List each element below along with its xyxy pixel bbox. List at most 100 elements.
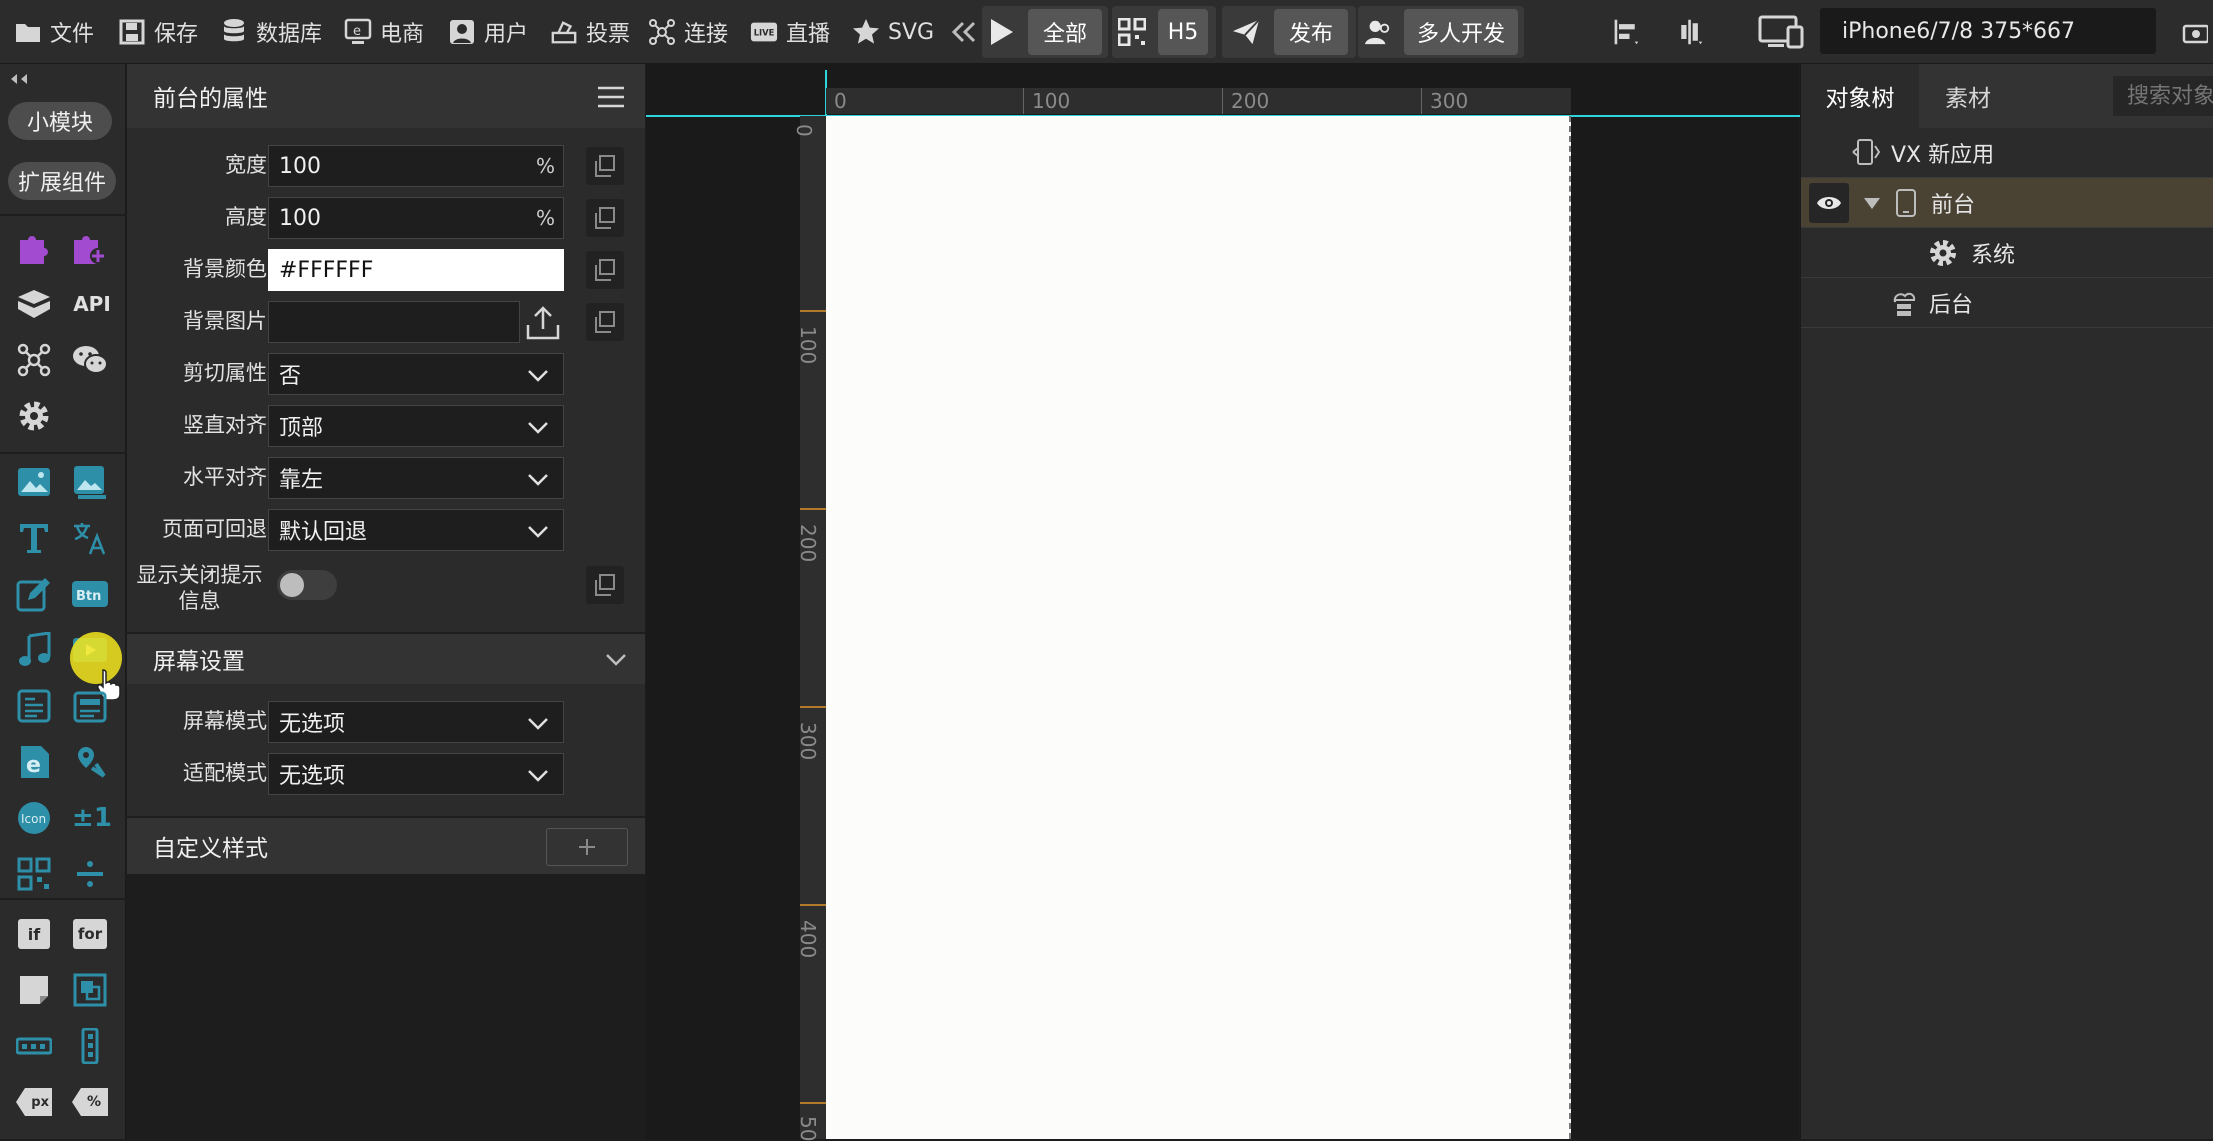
note-icon[interactable] — [14, 970, 54, 1010]
menu-icon[interactable] — [597, 86, 625, 114]
ecommerce-button[interactable]: e 电商 — [344, 0, 424, 64]
file-label: 文件 — [50, 22, 95, 47]
play-button[interactable] — [988, 0, 1016, 64]
properties-header: 前台的属性 — [127, 64, 645, 128]
width-field-label: 宽度 — [225, 153, 267, 177]
live-button[interactable]: LIVE 直播 — [750, 0, 830, 64]
collapse-rail-button[interactable] — [8, 70, 30, 89]
caret-down-icon[interactable] — [1863, 196, 1881, 210]
camera-icon — [2180, 18, 2208, 46]
map-pin-icon[interactable] — [70, 742, 110, 782]
close-tip-toggle[interactable] — [277, 570, 337, 600]
back-select[interactable]: 默认回退 — [268, 509, 564, 551]
tree-node-app[interactable]: VX 新应用 — [1801, 128, 2213, 178]
image-icon[interactable] — [14, 462, 54, 502]
package-icon[interactable] — [14, 284, 54, 324]
valign-select[interactable]: 顶部 — [268, 405, 564, 447]
small-module-button[interactable]: 小模块 — [8, 102, 112, 140]
tab-assets[interactable]: 素材 — [1919, 64, 2017, 128]
screenshot-button[interactable] — [2180, 0, 2208, 64]
align-left-button[interactable] — [1612, 0, 1640, 64]
horizontal-layout-icon[interactable] — [14, 1026, 54, 1066]
team-button[interactable] — [1364, 0, 1392, 64]
ruler-top: 0 100 200 300 — [826, 88, 1571, 114]
screen-mode-select[interactable]: 无选项 — [268, 701, 564, 743]
translate-icon[interactable] — [70, 518, 110, 558]
tree-node-frontend[interactable]: 前台 — [1801, 178, 2213, 228]
music-icon[interactable] — [14, 630, 54, 670]
width-field[interactable]: 100 % — [268, 145, 564, 187]
database-button[interactable]: 数据库 — [220, 0, 322, 64]
file-button[interactable]: 文件 — [14, 0, 94, 64]
for-button[interactable]: for — [70, 914, 110, 954]
plugin-add-icon[interactable] — [70, 228, 110, 268]
bg-image-label: 背景图片 — [183, 309, 267, 333]
height-unit: % — [535, 206, 555, 230]
copy-icon — [595, 311, 615, 333]
divide-icon[interactable] — [70, 854, 110, 894]
halign-select[interactable]: 靠左 — [268, 457, 564, 499]
vertical-layout-icon[interactable] — [70, 1026, 110, 1066]
layer-icon[interactable] — [70, 970, 110, 1010]
button-component-icon[interactable]: Btn — [70, 574, 110, 614]
svg-label: SVG — [888, 19, 935, 45]
valign-value: 顶部 — [279, 416, 324, 441]
plugin-icon[interactable] — [14, 228, 54, 268]
tree-node-system[interactable]: 系统 — [1801, 228, 2213, 278]
phone-artboard[interactable] — [826, 116, 1571, 1139]
edit-icon[interactable] — [14, 574, 54, 614]
percent-unit-button[interactable]: % — [70, 1082, 110, 1122]
image-gallery-icon[interactable] — [70, 462, 110, 502]
collapse-left-button[interactable] — [950, 0, 978, 64]
h5-button[interactable]: H5 — [1158, 9, 1208, 55]
network-nodes-icon[interactable] — [14, 340, 54, 380]
icon-component-icon[interactable]: Icon — [14, 798, 54, 838]
height-copy-button[interactable] — [586, 199, 624, 237]
multi-dev-button[interactable]: 多人开发 — [1404, 9, 1518, 55]
close-tip-copy-button[interactable] — [586, 566, 624, 604]
extensions-button[interactable]: 扩展组件 — [8, 162, 116, 200]
api-button[interactable]: API — [70, 284, 114, 324]
tree-node-backend[interactable]: 后台 — [1801, 278, 2213, 328]
counter-button[interactable]: ±1 — [70, 798, 114, 838]
visibility-toggle[interactable] — [1809, 182, 1849, 223]
bg-image-field[interactable] — [268, 301, 520, 343]
bg-color-copy-button[interactable] — [586, 251, 624, 289]
upload-button[interactable] — [525, 305, 561, 345]
svg-button[interactable]: SVG — [852, 0, 934, 64]
px-unit-button[interactable]: px — [14, 1082, 54, 1122]
bg-image-copy-button[interactable] — [586, 303, 624, 341]
connect-button[interactable]: 连接 — [648, 0, 728, 64]
tab-object-tree[interactable]: 对象树 — [1801, 64, 1919, 128]
send-button[interactable] — [1232, 0, 1260, 64]
device-select[interactable]: iPhone6/7/8 375*667 — [1820, 8, 2156, 54]
settings-gear-icon[interactable] — [14, 396, 54, 436]
add-style-button[interactable] — [546, 828, 628, 866]
height-field[interactable]: 100 % — [268, 197, 564, 239]
if-button[interactable]: if — [14, 914, 54, 954]
width-copy-button[interactable] — [586, 147, 624, 185]
preview-all-button[interactable]: 全部 — [1028, 9, 1102, 55]
if-label: if — [18, 919, 50, 949]
screen-mode-value: 无选项 — [279, 712, 346, 737]
user-button[interactable]: 用户 — [448, 0, 528, 64]
qrcode-component-icon[interactable] — [14, 854, 54, 894]
article-icon[interactable] — [14, 686, 54, 726]
wechat-icon[interactable] — [70, 340, 110, 380]
device-toggle-button[interactable] — [1758, 0, 1806, 64]
browser-e-icon[interactable]: e — [14, 742, 54, 782]
form-card-icon[interactable] — [70, 686, 110, 726]
distribute-button[interactable] — [1676, 0, 1704, 64]
clip-select[interactable]: 否 — [268, 353, 564, 395]
save-button[interactable]: 保存 — [118, 0, 198, 64]
bg-color-field[interactable]: #FFFFFF — [268, 249, 564, 291]
screen-section-header[interactable]: 屏幕设置 — [127, 632, 645, 684]
publish-button[interactable]: 发布 — [1274, 9, 1348, 55]
text-icon[interactable] — [14, 518, 54, 558]
rail-divider — [0, 214, 126, 216]
qr-button[interactable] — [1118, 0, 1146, 64]
object-search-input[interactable] — [2113, 76, 2213, 116]
team-icon — [1364, 18, 1392, 46]
fit-mode-select[interactable]: 无选项 — [268, 753, 564, 795]
vote-button[interactable]: 投票 — [550, 0, 630, 64]
